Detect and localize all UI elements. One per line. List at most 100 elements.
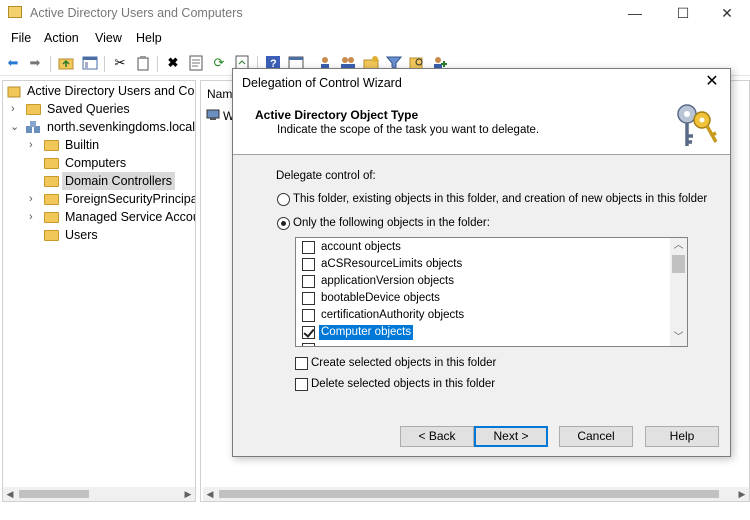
radio-only-following-objects[interactable] xyxy=(277,217,290,230)
menu-view[interactable]: View xyxy=(95,31,122,45)
list-item[interactable]: certificationAuthority objects xyxy=(296,307,668,324)
tree-item-users[interactable]: Users xyxy=(25,226,185,244)
object-label: account objects xyxy=(321,241,401,253)
tree-item-label: Domain Controllers xyxy=(62,172,175,190)
minimize-button[interactable]: — xyxy=(612,2,658,24)
list-item[interactable]: bootableDevice objects xyxy=(296,290,668,307)
wizard-header: Active Directory Object Type Indicate th… xyxy=(233,97,730,155)
tree-item-label: Saved Queries xyxy=(47,102,130,116)
refresh-icon[interactable]: ⟳ xyxy=(210,54,228,72)
radio-only-following-objects-label[interactable]: Only the following objects in the folder… xyxy=(293,217,490,229)
dialog-titlebar: Delegation of Control Wizard ✕ xyxy=(233,69,730,97)
wizard-page-subtitle: Indicate the scope of the task you want … xyxy=(277,124,540,136)
aduc-app-icon xyxy=(8,6,22,18)
tree-root-label: Active Directory Users and Com xyxy=(27,84,196,98)
list-item[interactable]: account objects xyxy=(296,239,668,256)
console-tree: Active Directory Users and Com › Saved Q… xyxy=(2,80,196,502)
forward-icon[interactable]: ➡ xyxy=(26,54,44,72)
object-checkbox[interactable] xyxy=(302,258,315,271)
properties-icon[interactable] xyxy=(187,54,205,72)
tree-item-label: Computers xyxy=(65,156,127,170)
expand-chevron-icon[interactable]: › xyxy=(29,190,39,208)
show-tree-icon[interactable] xyxy=(81,54,99,72)
delete-icon[interactable]: ✖ xyxy=(164,54,182,72)
up-folder-icon[interactable] xyxy=(57,54,75,72)
next-button[interactable]: Next > xyxy=(474,426,548,447)
folder-icon xyxy=(44,176,59,187)
delegation-wizard-dialog: Delegation of Control Wizard ✕ Active Di… xyxy=(232,68,731,457)
tree-item-foreign-security-principals[interactable]: › ForeignSecurityPrincipals xyxy=(25,190,196,208)
close-window-button[interactable]: ✕ xyxy=(704,2,750,24)
scroll-left-icon[interactable]: ◀ xyxy=(3,487,17,501)
scroll-right-icon[interactable]: ▶ xyxy=(735,487,749,501)
tree-item-domain-controllers[interactable]: Domain Controllers xyxy=(25,172,195,190)
collapse-chevron-icon[interactable]: ⌄ xyxy=(10,118,20,136)
dialog-close-button[interactable]: ✕ xyxy=(702,72,722,92)
scroll-up-icon[interactable]: ︿ xyxy=(670,238,687,254)
back-icon[interactable]: ⬅ xyxy=(4,54,22,72)
delete-selected-objects-checkbox[interactable] xyxy=(295,378,308,391)
tree-item-managed-service-accounts[interactable]: › Managed Service Accour xyxy=(25,208,196,226)
delegate-control-label: Delegate control of: xyxy=(276,170,376,182)
tree-item-computers[interactable]: Computers xyxy=(25,154,185,172)
list-item[interactable]: applicationVersion objects xyxy=(296,273,668,290)
object-checkbox[interactable] xyxy=(302,275,315,288)
object-label: certificationAuthority objects xyxy=(321,309,465,321)
object-checkbox[interactable] xyxy=(302,343,315,346)
tree-item-label: Users xyxy=(65,228,98,242)
wizard-page-title: Active Directory Object Type xyxy=(255,108,419,122)
object-checkbox[interactable] xyxy=(302,292,315,305)
scroll-down-icon[interactable]: ﹀ xyxy=(670,330,687,346)
cancel-button[interactable]: Cancel xyxy=(559,426,633,447)
tree-item-domain[interactable]: ⌄ north.sevenkingdoms.local xyxy=(7,118,195,136)
menu-help[interactable]: Help xyxy=(136,31,162,45)
object-label: Computer objects xyxy=(319,325,414,340)
object-checkbox[interactable] xyxy=(302,241,315,254)
window-title: Active Directory Users and Computers xyxy=(30,6,243,20)
maximize-button[interactable]: ☐ xyxy=(660,2,706,24)
list-item[interactable]: Computer objects xyxy=(296,324,668,341)
toolbar-separator xyxy=(157,56,158,72)
details-horizontal-scrollbar[interactable]: ◀ ▶ xyxy=(203,487,749,501)
object-checkbox[interactable] xyxy=(302,326,315,339)
tree-item-label: north.sevenkingdoms.local xyxy=(47,120,195,134)
aduc-root-icon xyxy=(7,86,21,98)
menu-file[interactable]: File xyxy=(11,31,31,45)
back-button[interactable]: < Back xyxy=(400,426,474,447)
create-selected-objects-checkbox[interactable] xyxy=(295,357,308,370)
tree-item-saved-queries[interactable]: › Saved Queries xyxy=(7,100,187,118)
scrollbar-thumb[interactable] xyxy=(19,490,89,498)
scrollbar-thumb[interactable] xyxy=(672,255,685,273)
tree-horizontal-scrollbar[interactable]: ◀ ▶ xyxy=(3,487,195,501)
radio-this-folder[interactable] xyxy=(277,193,290,206)
expand-chevron-icon[interactable]: › xyxy=(29,136,39,154)
delete-selected-objects-label[interactable]: Delete selected objects in this folder xyxy=(311,378,495,390)
cut-icon[interactable]: ✂ xyxy=(111,54,129,72)
menu-action[interactable]: Action xyxy=(44,31,79,45)
tree-item-label: Builtin xyxy=(65,138,100,152)
scrollbar-thumb[interactable] xyxy=(219,490,719,498)
help-button[interactable]: Help xyxy=(645,426,719,447)
object-checkbox[interactable] xyxy=(302,309,315,322)
tree-item-label: Managed Service Accour xyxy=(65,210,196,224)
menu-bar: File Action View Help xyxy=(0,28,750,48)
tree-item-label: ForeignSecurityPrincipals xyxy=(65,192,196,206)
expand-chevron-icon[interactable]: › xyxy=(29,208,39,226)
object-list-scrollbar[interactable]: ︿ ﹀ xyxy=(670,238,687,346)
copy-icon[interactable] xyxy=(134,54,152,72)
expand-chevron-icon[interactable]: › xyxy=(11,100,21,118)
list-item[interactable]: aCSResourceLimits objects xyxy=(296,256,668,273)
toolbar-separator xyxy=(50,56,51,72)
create-selected-objects-label[interactable]: Create selected objects in this folder xyxy=(311,357,496,369)
scroll-right-icon[interactable]: ▶ xyxy=(181,487,195,501)
radio-this-folder-label[interactable]: This folder, existing objects in this fo… xyxy=(293,193,707,205)
keys-icon xyxy=(677,104,718,146)
domain-icon xyxy=(26,121,40,133)
tree-item-builtin[interactable]: › Builtin xyxy=(25,136,185,154)
object-label: bootableDevice objects xyxy=(321,292,440,304)
name-column-header[interactable]: Nam xyxy=(207,87,232,101)
object-types-list[interactable]: account objects aCSResourceLimits object… xyxy=(295,237,688,347)
dialog-title: Delegation of Control Wizard xyxy=(242,76,402,90)
scroll-left-icon[interactable]: ◀ xyxy=(203,487,217,501)
list-item[interactable] xyxy=(296,341,668,346)
